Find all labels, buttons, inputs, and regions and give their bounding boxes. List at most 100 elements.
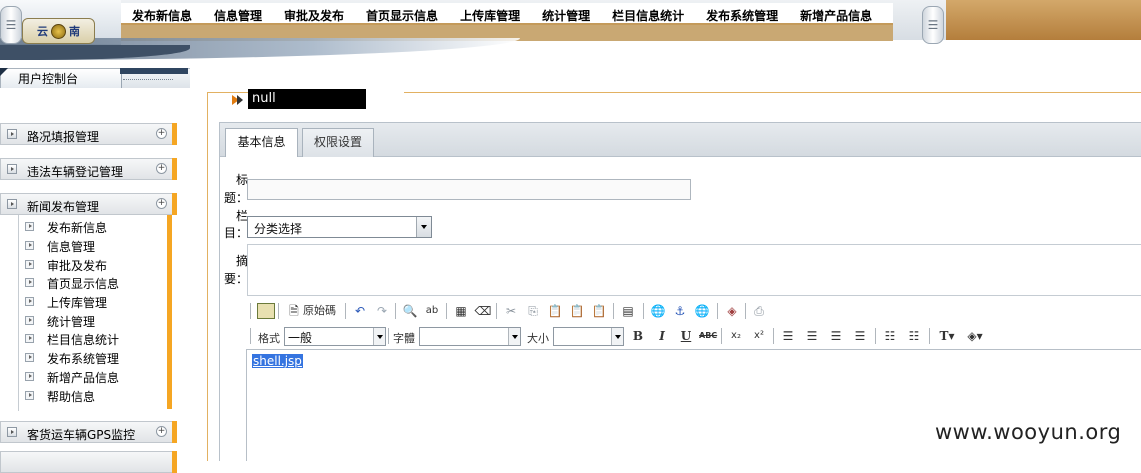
sidebar-item-label: 统计管理 <box>47 315 96 329</box>
sidebar-item-label: 信息管理 <box>47 240 96 254</box>
emblem-icon <box>51 23 66 39</box>
bullet-arrow-icon <box>25 372 34 381</box>
text-color-icon[interactable]: T▾ <box>935 327 959 345</box>
anchor-icon[interactable]: ⚓ <box>671 302 689 320</box>
bullet-arrow-icon <box>25 297 34 306</box>
toolbar-row-1: 🗎 原始碼 ↶ ↷ 🔍 ab ▦ ⌫ ✂ ⎘ 📋 📋 📋 ▤ 🌐 ⚓ 🌐 ◈ ⎙ <box>247 299 1141 323</box>
print-icon[interactable]: ⎙ <box>750 302 768 320</box>
sidebar-item-label: 首页显示信息 <box>47 277 120 291</box>
bullet-arrow-icon <box>25 391 34 400</box>
table-icon[interactable]: ▤ <box>619 302 637 320</box>
editor-content-selected[interactable]: shell.jsp <box>252 354 303 368</box>
paste-text-icon[interactable]: 📋 <box>568 302 586 320</box>
link-icon[interactable]: 🌐 <box>649 302 667 320</box>
toolbar-separator <box>613 303 614 319</box>
plus-circle-icon[interactable]: + <box>156 426 167 437</box>
underline-icon[interactable]: U <box>677 327 695 345</box>
toolbar-separator <box>250 303 251 319</box>
numbered-list-icon[interactable]: ☷ <box>881 327 899 345</box>
menu-scroll-left-button[interactable]: ☰ <box>0 6 22 44</box>
bullet-list-icon[interactable]: ☷ <box>905 327 923 345</box>
align-left-icon[interactable]: ☰ <box>779 327 797 345</box>
sidebar-group-violation-vehicles[interactable]: 违法车辆登记管理 + <box>0 158 177 180</box>
bullet-arrow-icon <box>25 222 34 231</box>
select-all-icon[interactable]: ▦ <box>452 302 470 320</box>
menu-lines-icon: ☰ <box>5 18 17 32</box>
chevron-down-icon[interactable] <box>416 217 431 237</box>
summary-label-line1: 摘 <box>235 254 248 268</box>
format-select[interactable]: 一般 <box>284 327 386 346</box>
sidebar-group-gps-monitor[interactable]: 客货运车辆GPS监控 + <box>0 421 177 443</box>
toolbar-row-2: 格式 一般 字體 大小 B I U ABC x₂ x² ☰ ☰ ☰ ☰ ☷ ☷ … <box>247 324 1141 348</box>
sidebar-group-news-publish[interactable]: 新闻发布管理 + <box>0 193 177 215</box>
align-center-icon[interactable]: ☰ <box>803 327 821 345</box>
tab-basic-info[interactable]: 基本信息 <box>225 128 298 159</box>
toolbar-separator <box>643 303 644 319</box>
corner-triangle-icon <box>0 68 8 76</box>
size-select[interactable] <box>553 327 624 346</box>
toolbar-separator <box>875 328 876 344</box>
image-icon[interactable] <box>257 303 275 319</box>
sidebar-group-next[interactable] <box>0 451 177 473</box>
title-input[interactable] <box>247 179 691 200</box>
group-accent-bar <box>172 123 177 145</box>
find-icon[interactable]: 🔍 <box>401 302 419 320</box>
paste-word-icon[interactable]: 📋 <box>590 302 608 320</box>
top-menu-item-new-product[interactable]: 新增产品信息 <box>789 7 883 24</box>
plus-circle-icon[interactable]: + <box>156 128 167 139</box>
italic-icon[interactable]: I <box>653 327 671 345</box>
copy-icon[interactable]: ⎘ <box>524 302 542 320</box>
console-header-dots <box>123 79 173 82</box>
menu-scroll-right-button[interactable]: ☰ <box>922 6 944 44</box>
plus-circle-icon[interactable]: + <box>156 198 167 209</box>
flash-icon[interactable]: ◈ <box>723 302 741 320</box>
top-menu-item-publish-system[interactable]: 发布系统管理 <box>695 7 789 24</box>
redo-icon[interactable]: ↷ <box>373 302 391 320</box>
eraser-icon[interactable]: ⌫ <box>474 302 492 320</box>
sidebar-group-label: 客货运车辆GPS监控 <box>27 428 136 442</box>
bold-icon[interactable]: B <box>629 327 647 345</box>
source-code-button[interactable]: 原始碼 <box>303 302 336 320</box>
replace-icon[interactable]: ab <box>423 302 441 320</box>
toolbar-separator <box>745 303 746 319</box>
source-doc-icon[interactable]: 🗎 <box>285 302 303 320</box>
user-console-label: 用户控制台 <box>18 72 79 86</box>
sidebar-group-road-report[interactable]: 路况填报管理 + <box>0 123 177 145</box>
subscript-icon[interactable]: x₂ <box>727 327 745 345</box>
top-menu-item-homepage-info[interactable]: 首页显示信息 <box>355 7 449 24</box>
toolbar-separator <box>388 328 389 344</box>
top-menu-item-info-manage[interactable]: 信息管理 <box>203 7 273 24</box>
category-label-line1: 栏 <box>235 209 248 223</box>
tab-strip: 基本信息 权限设置 <box>219 122 1141 159</box>
title-label-line1: 标 <box>235 173 248 187</box>
paste-icon[interactable]: 📋 <box>546 302 564 320</box>
plus-circle-icon[interactable]: + <box>156 163 167 174</box>
undo-icon[interactable]: ↶ <box>351 302 369 320</box>
cut-icon[interactable]: ✂ <box>502 302 520 320</box>
summary-textarea[interactable] <box>247 244 1141 296</box>
category-select[interactable]: 分类选择 <box>247 216 432 238</box>
background-color-icon[interactable]: ◈▾ <box>963 327 987 345</box>
tab-permissions[interactable]: 权限设置 <box>302 128 374 157</box>
top-menu-item-column-stats[interactable]: 栏目信息统计 <box>601 7 695 24</box>
unlink-icon[interactable]: 🌐 <box>693 302 711 320</box>
toolbar-separator <box>496 303 497 319</box>
rich-text-editor[interactable]: shell.jsp <box>246 349 1141 461</box>
chevron-down-icon[interactable] <box>373 328 385 345</box>
group-accent-bar <box>172 421 177 443</box>
expand-arrow-icon <box>7 164 17 174</box>
top-menu-item-upload-manage[interactable]: 上传库管理 <box>449 7 531 24</box>
font-select[interactable] <box>419 327 521 346</box>
top-menu-item-approve-publish[interactable]: 审批及发布 <box>273 7 355 24</box>
chevron-down-icon[interactable] <box>611 328 623 345</box>
font-label: 字體 <box>393 332 415 345</box>
superscript-icon[interactable]: x² <box>750 327 768 345</box>
top-menu-item-publish-new[interactable]: 发布新信息 <box>121 7 203 24</box>
chevron-down-icon[interactable] <box>508 328 520 345</box>
align-justify-icon[interactable]: ☰ <box>851 327 869 345</box>
sidebar-item-label: 栏目信息统计 <box>47 333 120 347</box>
align-right-icon[interactable]: ☰ <box>827 327 845 345</box>
strikethrough-icon[interactable]: ABC <box>699 327 717 345</box>
toolbar-separator <box>395 303 396 319</box>
top-menu-item-stats-manage[interactable]: 统计管理 <box>531 7 601 24</box>
